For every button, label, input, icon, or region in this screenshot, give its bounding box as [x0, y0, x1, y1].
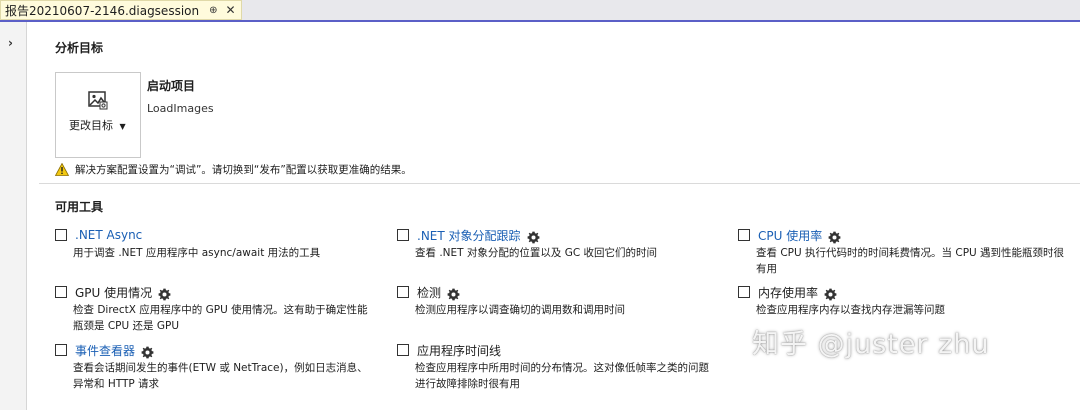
warning-text: 解决方案配置设置为“调试”。请切换到“发布”配置以获取更准确的结果。: [75, 164, 412, 176]
tool-item: GPU 使用情况检查 DirectX 应用程序中的 GPU 使用情况。这有助于确…: [55, 284, 370, 334]
tool-header: 内存使用率: [738, 284, 1068, 300]
tool-description: 查看会话期间发生的事件(ETW 或 NetTrace)，例如日志消息、异常和 H…: [73, 362, 368, 390]
chevron-right-icon[interactable]: ›: [8, 36, 13, 50]
tool-description: 检测应用程序以调查确切的调用数和调用时间: [415, 304, 625, 316]
tool-name[interactable]: .NET 对象分配跟踪: [417, 227, 521, 244]
tool-header: .NET Async: [55, 227, 370, 243]
tool-item: .NET 对象分配跟踪查看 .NET 对象分配的位置以及 GC 收回它们的时间: [397, 227, 717, 261]
tool-item: 应用程序时间线检查应用程序中所用时间的分布情况。这对像低帧率之类的问题进行故障排…: [397, 342, 717, 392]
tool-name: 检测: [417, 285, 442, 300]
tool-checkbox[interactable]: [55, 229, 67, 241]
tool-header: CPU 使用率: [738, 227, 1068, 243]
tool-header: 事件查看器: [55, 342, 370, 358]
tool-item: 事件查看器查看会话期间发生的事件(ETW 或 NetTrace)，例如日志消息、…: [55, 342, 370, 392]
tool-name: 应用程序时间线: [417, 343, 502, 358]
section-divider: [39, 183, 1080, 184]
tool-item: .NET Async 用于调查 .NET 应用程序中 async/await 用法…: [55, 227, 370, 261]
tool-header: GPU 使用情况: [55, 284, 370, 300]
tool-description: 用于调查 .NET 应用程序中 async/await 用法的工具: [73, 247, 321, 259]
available-tools-heading: 可用工具: [55, 200, 104, 214]
configuration-warning: 解决方案配置设置为“调试”。请切换到“发布”配置以获取更准确的结果。: [55, 162, 412, 177]
tool-checkbox[interactable]: [738, 229, 750, 241]
settings-gear-icon[interactable]: [447, 286, 460, 300]
tool-name[interactable]: CPU 使用率: [758, 227, 822, 244]
tool-checkbox[interactable]: [738, 286, 750, 298]
tool-name: 内存使用率: [758, 285, 819, 300]
watermark: 知乎 @juster zhu: [752, 329, 990, 360]
tool-name[interactable]: .NET Async: [75, 228, 142, 242]
document-tab[interactable]: 报告20210607-2146.diagsession ⊕ ✕: [0, 0, 242, 20]
change-target-label: 更改目标: [69, 119, 113, 132]
tool-item: 内存使用率检查应用程序内存以查找内存泄漏等问题: [738, 284, 1068, 318]
tool-item: 检测检测应用程序以调查确切的调用数和调用时间: [397, 284, 717, 318]
pin-icon[interactable]: ⊕: [209, 5, 217, 16]
close-icon[interactable]: ✕: [226, 3, 236, 17]
settings-gear-icon[interactable]: [527, 229, 540, 243]
tab-title: 报告20210607-2146.diagsession: [5, 3, 200, 18]
tool-header: 检测: [397, 284, 717, 300]
tool-header: 应用程序时间线: [397, 342, 717, 358]
settings-gear-icon[interactable]: [141, 344, 154, 358]
tool-description: 查看 CPU 执行代码时的时间耗费情况。当 CPU 遇到性能瓶颈时很有用: [756, 247, 1065, 275]
tool-description: 检查 DirectX 应用程序中的 GPU 使用情况。这有助于确定性能瓶颈是 C…: [73, 304, 368, 332]
tool-description: 查看 .NET 对象分配的位置以及 GC 收回它们的时间: [415, 247, 658, 259]
tool-checkbox[interactable]: [397, 286, 409, 298]
tool-checkbox[interactable]: [397, 229, 409, 241]
document-tab-strip: 报告20210607-2146.diagsession ⊕ ✕: [0, 0, 1080, 22]
warning-icon: [55, 163, 69, 176]
tool-name: GPU 使用情况: [75, 285, 153, 300]
change-target-button[interactable]: 更改目标 ▼: [55, 72, 141, 158]
tool-checkbox[interactable]: [55, 286, 67, 298]
analysis-target-heading: 分析目标: [55, 41, 104, 55]
tool-description: 检查应用程序内存以查找内存泄漏等问题: [756, 304, 945, 316]
tool-name[interactable]: 事件查看器: [75, 342, 135, 359]
tool-header: .NET 对象分配跟踪: [397, 227, 717, 243]
project-name: LoadImages: [147, 102, 214, 115]
settings-gear-icon[interactable]: [828, 229, 841, 243]
tool-checkbox[interactable]: [55, 344, 67, 356]
settings-gear-icon[interactable]: [158, 286, 171, 300]
target-image-icon: [88, 91, 108, 110]
tool-description: 检查应用程序中所用时间的分布情况。这对像低帧率之类的问题进行故障排除时很有用: [415, 362, 709, 390]
dropdown-arrow-icon: ▼: [119, 122, 126, 131]
tool-item: CPU 使用率查看 CPU 执行代码时的时间耗费情况。当 CPU 遇到性能瓶颈时…: [738, 227, 1068, 277]
collapse-rail: ›: [0, 22, 27, 410]
tool-checkbox[interactable]: [397, 344, 409, 356]
startup-project-label: 启动项目: [147, 79, 196, 93]
settings-gear-icon[interactable]: [824, 286, 837, 300]
